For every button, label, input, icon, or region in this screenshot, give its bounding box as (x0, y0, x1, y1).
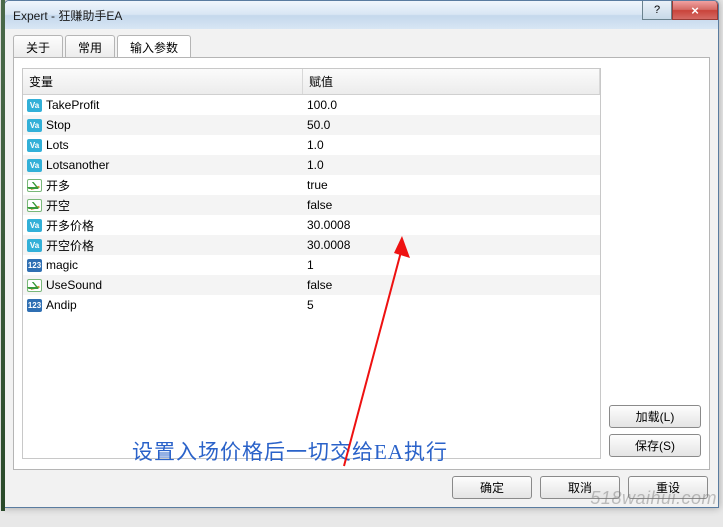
param-row[interactable]: Va 开多价格 30.0008 (23, 215, 600, 235)
window-title: Expert - 狂赚助手EA (13, 7, 122, 24)
type-double-icon: Va (27, 99, 42, 112)
reset-button[interactable]: 重设 (628, 476, 708, 499)
param-row[interactable]: 开多 true (23, 175, 600, 195)
param-name: TakeProfit (46, 98, 99, 112)
type-double-icon: Va (27, 219, 42, 232)
tab-about[interactable]: 关于 (13, 35, 63, 57)
param-value[interactable]: true (303, 178, 600, 192)
cancel-button[interactable]: 取消 (540, 476, 620, 499)
help-button[interactable]: ? (642, 1, 672, 20)
param-value[interactable]: 50.0 (303, 118, 600, 132)
param-row[interactable]: Va Lots 1.0 (23, 135, 600, 155)
type-bool-icon (27, 199, 42, 212)
param-row[interactable]: 开空 false (23, 195, 600, 215)
param-row[interactable]: Va TakeProfit 100.0 (23, 95, 600, 115)
close-button[interactable]: × (672, 1, 718, 20)
param-value[interactable]: false (303, 198, 600, 212)
param-value[interactable]: 1 (303, 258, 600, 272)
inputs-panel: 变量 赋值 Va TakeProfit 100.0 Va Stop 50.0 Va Lots 1… (13, 57, 710, 470)
param-value[interactable]: 1.0 (303, 158, 600, 172)
tab-common[interactable]: 常用 (65, 35, 115, 57)
side-buttons: 加载(L) 保存(S) (609, 68, 701, 459)
type-bool-icon (27, 279, 42, 292)
ok-button[interactable]: 确定 (452, 476, 532, 499)
tab-inputs[interactable]: 输入参数 (117, 35, 191, 57)
grid-header: 变量 赋值 (23, 69, 600, 95)
type-int-icon: 123 (27, 259, 42, 272)
type-bool-icon (27, 179, 42, 192)
type-double-icon: Va (27, 119, 42, 132)
client-area: 关于 常用 输入参数 变量 赋值 Va TakeProfit 100.0 Va Stop… (5, 29, 718, 507)
param-value[interactable]: 100.0 (303, 98, 600, 112)
type-int-icon: 123 (27, 299, 42, 312)
param-value[interactable]: 5 (303, 298, 600, 312)
param-value[interactable]: 1.0 (303, 138, 600, 152)
param-name: magic (46, 258, 78, 272)
param-value[interactable]: 30.0008 (303, 218, 600, 232)
expert-dialog: Expert - 狂赚助手EA ? × 关于 常用 输入参数 变量 赋值 Va T… (4, 0, 719, 508)
window-controls: ? × (642, 1, 718, 20)
param-name: 开多价格 (46, 217, 94, 234)
param-name: 开空 (46, 197, 70, 214)
type-double-icon: Va (27, 159, 42, 172)
grid-body: Va TakeProfit 100.0 Va Stop 50.0 Va Lots 1.0 Va Lo… (23, 95, 600, 458)
param-row[interactable]: Va 开空价格 30.0008 (23, 235, 600, 255)
tab-strip: 关于 常用 输入参数 (13, 35, 710, 57)
type-double-icon: Va (27, 239, 42, 252)
load-button[interactable]: 加载(L) (609, 405, 701, 428)
param-name: UseSound (46, 278, 102, 292)
param-value[interactable]: false (303, 278, 600, 292)
param-row[interactable]: Va Lotsanother 1.0 (23, 155, 600, 175)
save-button[interactable]: 保存(S) (609, 434, 701, 457)
param-row[interactable]: Va Stop 50.0 (23, 115, 600, 135)
param-value[interactable]: 30.0008 (303, 238, 600, 252)
col-header-value[interactable]: 赋值 (303, 69, 600, 94)
param-name: Andip (46, 298, 77, 312)
type-double-icon: Va (27, 139, 42, 152)
param-name: Lots (46, 138, 69, 152)
param-row[interactable]: 123 Andip 5 (23, 295, 600, 315)
param-row[interactable]: UseSound false (23, 275, 600, 295)
col-header-name[interactable]: 变量 (23, 69, 303, 94)
param-name: 开多 (46, 177, 70, 194)
titlebar[interactable]: Expert - 狂赚助手EA ? × (5, 1, 718, 29)
params-grid[interactable]: 变量 赋值 Va TakeProfit 100.0 Va Stop 50.0 Va Lots 1… (22, 68, 601, 459)
param-name: Lotsanother (46, 158, 109, 172)
param-name: Stop (46, 118, 71, 132)
dialog-footer: 确定 取消 重设 (13, 470, 710, 499)
param-name: 开空价格 (46, 237, 94, 254)
param-row[interactable]: 123 magic 1 (23, 255, 600, 275)
